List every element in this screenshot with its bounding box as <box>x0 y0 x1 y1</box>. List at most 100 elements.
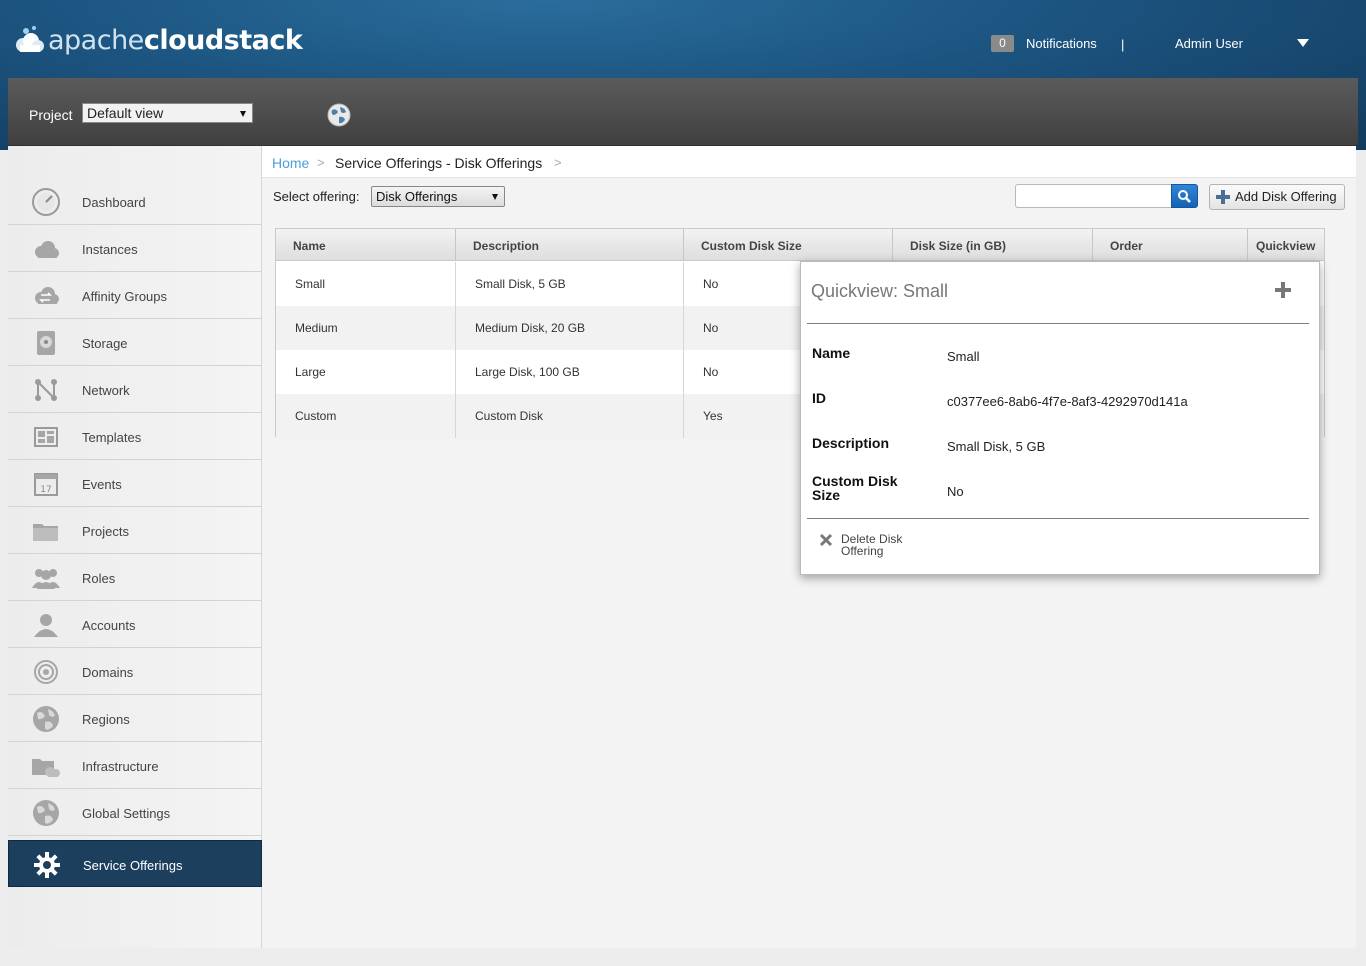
affinity-icon <box>35 287 59 304</box>
sidebar-item-projects[interactable]: Projects <box>8 507 262 554</box>
quickview-key-description: Description <box>812 435 890 451</box>
user-menu-caret-icon[interactable] <box>1297 39 1309 47</box>
column-header-order[interactable]: Order <box>1093 229 1248 261</box>
quickview-key-name: Name <box>812 345 851 361</box>
breadcrumb: Home > Service Offerings - Disk Offering… <box>262 146 1356 178</box>
settings-globe-icon <box>33 800 59 826</box>
breadcrumb-current[interactable]: Service Offerings - Disk Offerings <box>335 155 542 171</box>
column-header-disk-size[interactable]: Disk Size (in GB) <box>893 229 1093 261</box>
sidebar-item-label: Dashboard <box>82 195 146 210</box>
user-icon <box>34 614 58 637</box>
cell-description: Custom Disk <box>456 394 684 438</box>
breadcrumb-separator: > <box>317 155 325 170</box>
header-separator: | <box>1121 37 1125 52</box>
sidebar-item-label: Roles <box>82 571 116 586</box>
delete-disk-offering-label: Delete Disk Offering <box>841 532 903 558</box>
cell-name: Medium <box>276 306 456 350</box>
sidebar-item-instances[interactable]: Instances <box>8 225 262 272</box>
quickview-value-custom-disk-size: No <box>947 484 964 499</box>
notifications-link[interactable]: Notifications <box>1026 36 1097 51</box>
sidebar-item-storage[interactable]: Storage <box>8 319 262 366</box>
sidebar-item-affinity-groups[interactable]: Affinity Groups <box>8 272 262 319</box>
project-select[interactable]: Default view <box>82 103 253 123</box>
project-label: Project <box>29 107 73 123</box>
breadcrumb-separator: > <box>554 155 562 170</box>
sidebar-item-domains[interactable]: Domains <box>8 648 262 695</box>
sidebar-item-regions[interactable]: Regions <box>8 695 262 742</box>
search-icon <box>1178 190 1191 203</box>
sidebar-item-label: Accounts <box>82 618 136 633</box>
table-header: Name Description Custom Disk Size Disk S… <box>276 229 1324 261</box>
search-input[interactable] <box>1015 184 1172 208</box>
cell-description: Large Disk, 100 GB <box>456 350 684 394</box>
select-offering-dropdown[interactable]: Disk Offerings <box>371 186 505 207</box>
quickview-title: Quickview: Small <box>811 281 949 301</box>
globe-icon[interactable] <box>327 103 351 127</box>
sidebar-item-label: Storage <box>82 336 128 351</box>
sidebar-nav: Dashboard Instances Affinity Groups Stor… <box>8 146 262 948</box>
column-header-name[interactable]: Name <box>276 229 456 261</box>
logo-text: apachecloudstack <box>48 24 303 56</box>
sidebar-item-label: Affinity Groups <box>82 289 168 304</box>
sidebar-item-global-settings[interactable]: Global Settings <box>8 789 262 836</box>
disk-icon <box>37 331 55 355</box>
sidebar-item-network[interactable]: Network <box>8 366 262 413</box>
cloud-icon <box>35 241 59 258</box>
sidebar-item-label: Global Settings <box>82 806 171 821</box>
sidebar-item-service-offerings[interactable]: Service Offerings <box>8 840 262 887</box>
sidebar-item-events[interactable]: 17 Events <box>8 460 262 507</box>
plus-icon <box>1216 190 1230 204</box>
sidebar-item-label: Instances <box>82 242 138 257</box>
sidebar-item-infrastructure[interactable]: Infrastructure <box>8 742 262 789</box>
sidebar-item-dashboard[interactable]: Dashboard <box>8 178 262 225</box>
select-offering-label: Select offering: <box>273 189 360 204</box>
notification-count-badge[interactable]: 0 <box>991 35 1014 52</box>
infrastructure-icon <box>32 759 60 777</box>
globe-icon <box>33 706 59 732</box>
column-header-description[interactable]: Description <box>456 229 684 261</box>
sidebar-item-label: Regions <box>82 712 130 727</box>
dashboard-icon <box>32 188 60 216</box>
cloud-logo-icon <box>16 26 44 52</box>
sidebar-item-label: Domains <box>82 665 134 680</box>
project-bar: Project Default view <box>8 78 1358 146</box>
user-menu-label[interactable]: Admin User <box>1175 36 1243 51</box>
sidebar-item-label: Network <box>82 383 130 398</box>
sidebar-item-roles[interactable]: Roles <box>8 554 262 601</box>
cell-description: Medium Disk, 20 GB <box>456 306 684 350</box>
cloudstack-logo[interactable]: apachecloudstack <box>12 22 303 58</box>
cell-description: Small Disk, 5 GB <box>456 262 684 306</box>
expand-plus-icon[interactable] <box>1274 281 1292 299</box>
templates-icon <box>34 427 58 447</box>
delete-disk-offering-action[interactable]: Delete Disk Offering <box>817 532 927 562</box>
project-select-value: Default view <box>87 105 164 121</box>
select-offering-value: Disk Offerings <box>376 189 458 204</box>
quickview-divider <box>807 518 1309 519</box>
quickview-value-description: Small Disk, 5 GB <box>947 439 1046 454</box>
gear-icon <box>34 852 60 878</box>
quickview-value-name: Small <box>947 349 980 364</box>
sidebar-item-label: Service Offerings <box>83 858 183 873</box>
column-header-quickview[interactable]: Quickview <box>1248 229 1324 261</box>
cell-name: Large <box>276 350 456 394</box>
quickview-key-id: ID <box>812 390 826 406</box>
sidebar-item-accounts[interactable]: Accounts <box>8 601 262 648</box>
breadcrumb-home-link[interactable]: Home <box>272 155 309 171</box>
sidebar-item-label: Templates <box>82 430 142 445</box>
search-button[interactable] <box>1171 184 1198 208</box>
quickview-value-id: c0377ee6-8ab6-4f7e-8af3-4292970d141a <box>947 394 1188 409</box>
add-disk-offering-button[interactable]: Add Disk Offering <box>1209 184 1345 210</box>
sidebar-item-templates[interactable]: Templates <box>8 413 262 460</box>
domains-icon <box>34 660 58 684</box>
column-header-custom-disk-size[interactable]: Custom Disk Size <box>684 229 893 261</box>
select-caret-icon <box>492 194 498 200</box>
sidebar-item-label: Projects <box>82 524 129 539</box>
add-disk-offering-label: Add Disk Offering <box>1235 189 1337 204</box>
quickview-divider <box>807 323 1309 324</box>
roles-icon <box>32 569 60 589</box>
sidebar-item-label: Infrastructure <box>82 759 159 774</box>
sidebar-item-label: Events <box>82 477 122 492</box>
delete-x-icon <box>819 533 833 547</box>
calendar-icon: 17 <box>34 473 58 496</box>
select-caret-icon <box>240 111 246 117</box>
